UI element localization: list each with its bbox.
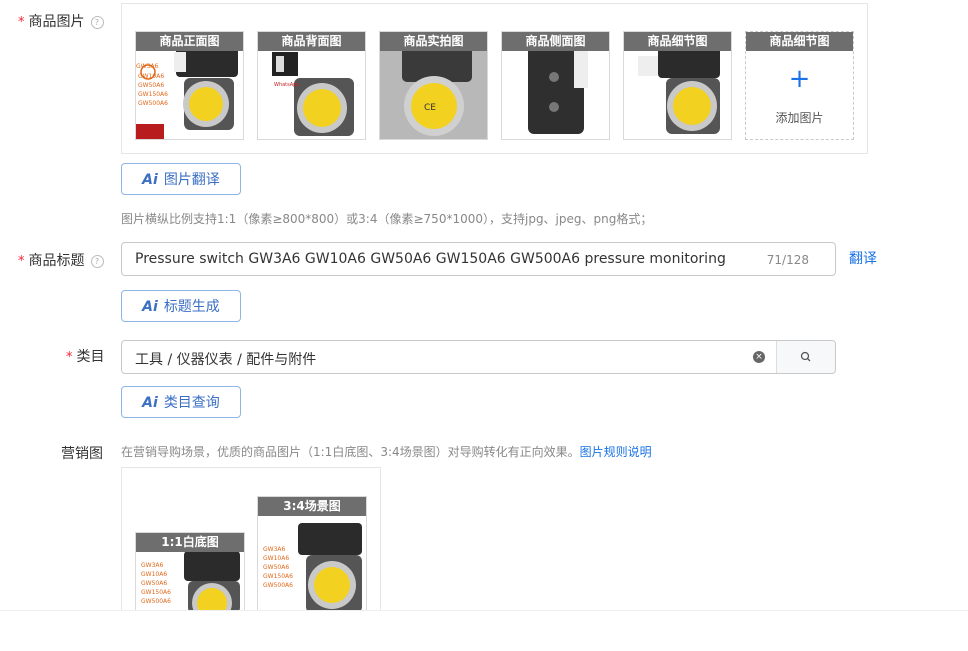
svg-text:GW500A6: GW500A6 bbox=[263, 582, 293, 589]
ai-icon: Ai bbox=[142, 395, 158, 411]
ai-icon: Ai bbox=[142, 172, 158, 188]
thumb-title: 商品正面图 bbox=[136, 32, 243, 51]
title-char-counter: 71/128 bbox=[766, 253, 809, 267]
add-image-label: 添加图片 bbox=[775, 111, 824, 125]
title-generate-button[interactable]: Ai 标题生成 bbox=[121, 290, 241, 322]
svg-text:GW50A6: GW50A6 bbox=[141, 580, 167, 587]
question-circle-icon[interactable]: ? bbox=[90, 255, 104, 268]
svg-text:GW150A6: GW150A6 bbox=[141, 589, 171, 596]
thumb-title: 商品侧面图 bbox=[502, 32, 609, 51]
product-title-label: * 商品标题? bbox=[18, 250, 104, 270]
svg-text:GW3A6: GW3A6 bbox=[141, 562, 164, 569]
thumb-title: 商品细节图 bbox=[746, 32, 853, 51]
product-title-value: Pressure switch GW3A6 GW10A6 GW50A6 GW15… bbox=[135, 251, 726, 267]
product-title-input[interactable]: Pressure switch GW3A6 GW10A6 GW50A6 GW15… bbox=[121, 242, 836, 276]
add-image-slot[interactable]: 商品细节图 + 添加图片 bbox=[745, 31, 854, 140]
marketing-images-panel: 1:1白底图 GW3A6 GW10A6 GW50A6 GW150A6 GW500… bbox=[121, 467, 381, 613]
marketing-hint: 在营销导购场景，优质的商品图片（1:1白底图、3:4场景图）对导购转化有正向效果… bbox=[121, 445, 652, 459]
question-circle-icon[interactable]: ? bbox=[90, 16, 104, 29]
product-image-back[interactable]: 商品背面图 WhatsApp bbox=[257, 31, 366, 140]
thumb-title: 1:1白底图 bbox=[136, 533, 244, 552]
marketing-label: 营销图 bbox=[61, 446, 103, 462]
svg-text:GW50A6: GW50A6 bbox=[263, 564, 289, 571]
product-image-front[interactable]: 商品正面图 GW3A6 GW10A6 GW50A6 GW150A6 GW500A… bbox=[135, 31, 244, 140]
thumb-title: 商品实拍图 bbox=[380, 32, 487, 51]
search-icon bbox=[800, 351, 811, 362]
product-image-side[interactable]: 商品侧面图 bbox=[501, 31, 610, 140]
thumb-title: 商品细节图 bbox=[624, 32, 731, 51]
thumb-title: 商品背面图 bbox=[258, 32, 365, 51]
svg-text:GW10A6: GW10A6 bbox=[263, 555, 289, 562]
svg-text:GW500A6: GW500A6 bbox=[141, 598, 171, 605]
thumb-title: 3:4场景图 bbox=[258, 497, 366, 516]
product-images-label: * 商品图片? bbox=[18, 11, 104, 31]
title-translate-link[interactable]: 翻译 bbox=[849, 248, 877, 268]
category-search-button[interactable] bbox=[777, 341, 835, 373]
category-label: * 类目 bbox=[66, 349, 105, 365]
image-format-hint: 图片横纵比例支持1:1（像素≥800*800）或3:4（像素≥750*1000）… bbox=[121, 212, 653, 226]
marketing-image-square[interactable]: 1:1白底图 GW3A6 GW10A6 GW50A6 GW150A6 GW500… bbox=[135, 532, 245, 613]
ai-icon: Ai bbox=[142, 299, 158, 315]
svg-text:CE: CE bbox=[424, 103, 436, 113]
svg-text:GW3A6: GW3A6 bbox=[136, 63, 159, 70]
product-image-real[interactable]: 商品实拍图 CE bbox=[379, 31, 488, 140]
product-image-detail[interactable]: 商品细节图 bbox=[623, 31, 732, 140]
plus-icon[interactable]: + bbox=[746, 66, 853, 92]
svg-text:GW500A6: GW500A6 bbox=[138, 100, 168, 107]
svg-text:GW3A6: GW3A6 bbox=[263, 546, 286, 553]
product-images-panel: 商品正面图 GW3A6 GW10A6 GW50A6 GW150A6 GW500A… bbox=[121, 3, 868, 154]
bottom-bar bbox=[0, 610, 968, 651]
svg-text:GW150A6: GW150A6 bbox=[138, 91, 168, 98]
svg-text:GW10A6: GW10A6 bbox=[141, 571, 167, 578]
clear-circle-icon[interactable]: × bbox=[753, 351, 765, 363]
image-rules-link[interactable]: 图片规则说明 bbox=[580, 445, 652, 459]
svg-text:WhatsApp: WhatsApp bbox=[274, 82, 300, 88]
image-translate-button[interactable]: Ai 图片翻译 bbox=[121, 163, 241, 195]
category-select[interactable]: 工具 / 仪器仪表 / 配件与附件 × bbox=[121, 340, 836, 374]
category-query-button[interactable]: Ai 类目查询 bbox=[121, 386, 241, 418]
category-value: 工具 / 仪器仪表 / 配件与附件 bbox=[135, 352, 317, 368]
svg-text:GW50A6: GW50A6 bbox=[138, 82, 164, 89]
svg-text:GW150A6: GW150A6 bbox=[263, 573, 293, 580]
marketing-image-portrait[interactable]: 3:4场景图 GW3A6 GW10A6 GW50A6 GW150A6 GW500… bbox=[257, 496, 367, 613]
